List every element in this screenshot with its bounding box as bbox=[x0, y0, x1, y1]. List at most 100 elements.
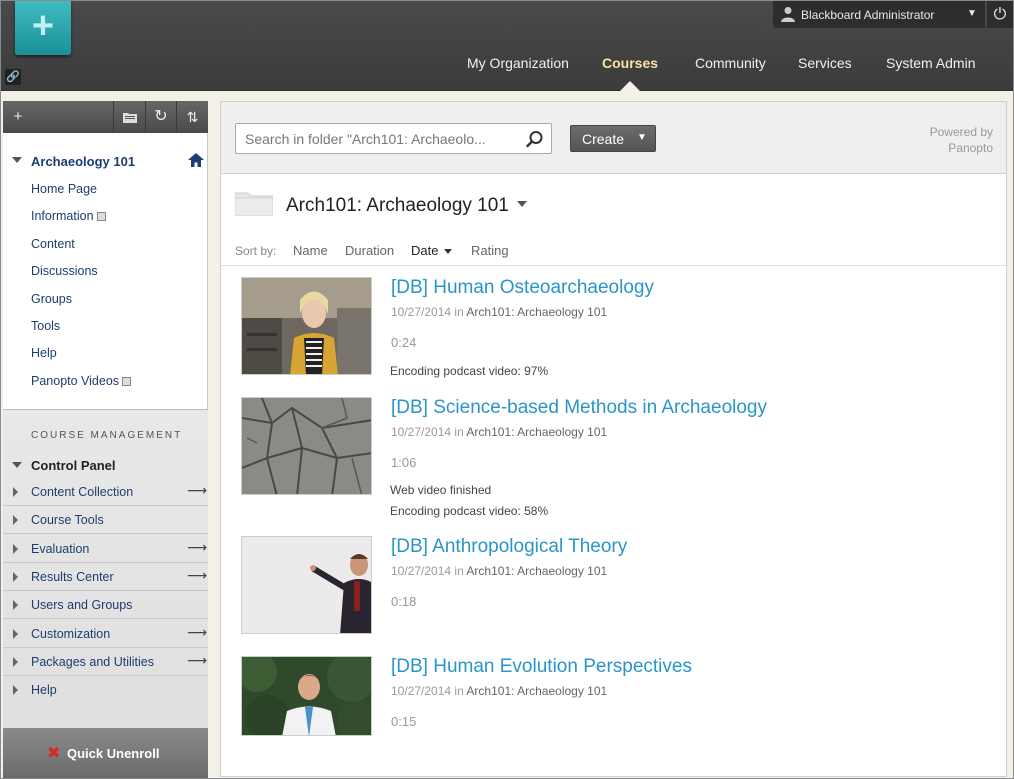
course-title[interactable]: Archaeology 101 bbox=[31, 154, 135, 169]
search-icon[interactable] bbox=[526, 130, 544, 148]
refresh-icon[interactable]: ↻ bbox=[145, 101, 176, 133]
sort-by-label: Sort by: bbox=[235, 244, 277, 258]
quick-unenroll-label: Quick Unenroll bbox=[67, 746, 160, 761]
cp-item-customization[interactable]: Customization ⟶ bbox=[3, 620, 208, 648]
menu-item-tools[interactable]: Tools bbox=[31, 319, 60, 333]
course-management-panel: COURSE MANAGEMENT Control Panel Content … bbox=[3, 409, 208, 778]
menu-item-discussions[interactable]: Discussions bbox=[31, 264, 98, 278]
tab-system-admin[interactable]: System Admin bbox=[886, 55, 975, 71]
reorder-icon[interactable]: ⇅ bbox=[176, 101, 208, 133]
cp-item-users-and-groups[interactable]: Users and Groups bbox=[3, 591, 208, 619]
menu-item-panopto-videos[interactable]: Panopto Videos bbox=[31, 374, 132, 388]
session-duration: 0:18 bbox=[391, 594, 417, 609]
menu-item-help[interactable]: Help bbox=[31, 346, 57, 360]
create-label: Create bbox=[582, 131, 625, 147]
menu-item-label: Panopto Videos bbox=[31, 374, 120, 388]
tab-my-organization[interactable]: My Organization bbox=[467, 55, 569, 71]
folder-view-icon[interactable] bbox=[113, 101, 145, 133]
expand-icon bbox=[13, 487, 18, 497]
tab-services[interactable]: Services bbox=[798, 55, 852, 71]
search-toolbar: Create ▼ Powered by Panopto bbox=[221, 102, 1006, 174]
arrow-right-icon: ⟶ bbox=[187, 482, 208, 498]
session-folder[interactable]: Arch101: Archaeology 101 bbox=[466, 684, 607, 698]
session-duration: 1:06 bbox=[391, 455, 417, 470]
control-panel-title[interactable]: Control Panel bbox=[31, 458, 116, 473]
folder-title: Arch101: Archaeology 101 bbox=[286, 195, 509, 216]
arrow-right-icon: ⟶ bbox=[187, 567, 208, 583]
content-area-icon bbox=[96, 212, 106, 221]
session-in-label: in bbox=[454, 305, 464, 319]
session-date: 10/27/2014 bbox=[391, 305, 452, 319]
chevron-down-icon: ▼ bbox=[967, 8, 977, 19]
quick-unenroll-button[interactable]: ✖ Quick Unenroll bbox=[3, 728, 208, 778]
arrow-right-icon: ⟶ bbox=[187, 539, 208, 555]
arrow-right-icon: ⟶ bbox=[187, 652, 208, 668]
user-menu[interactable]: Blackboard Administrator ▼ bbox=[773, 1, 985, 28]
sort-descending-icon bbox=[444, 249, 452, 254]
session-thumbnail[interactable] bbox=[241, 397, 372, 495]
plus-icon: + bbox=[31, 5, 55, 47]
cp-item-label: Course Tools bbox=[31, 513, 104, 527]
session-meta: 10/27/2014 in Arch101: Archaeology 101 bbox=[391, 564, 607, 578]
cp-item-label: Evaluation bbox=[31, 542, 90, 556]
session-title[interactable]: [DB] Science-based Methods in Archaeolog… bbox=[391, 397, 767, 419]
powered-by-text: Powered by bbox=[929, 125, 993, 139]
session-status: Encoding podcast video: 58% bbox=[390, 504, 549, 518]
cp-item-results-center[interactable]: Results Center ⟶ bbox=[3, 563, 208, 591]
session-meta: 10/27/2014 in Arch101: Archaeology 101 bbox=[391, 305, 607, 319]
session-in-label: in bbox=[454, 564, 464, 578]
sort-name[interactable]: Name bbox=[293, 243, 328, 258]
collapse-course-icon[interactable] bbox=[12, 157, 22, 163]
thumbnail-image bbox=[242, 398, 371, 494]
session-thumbnail[interactable] bbox=[241, 536, 372, 634]
session-folder[interactable]: Arch101: Archaeology 101 bbox=[466, 425, 607, 439]
powered-by-brand: Panopto bbox=[948, 141, 993, 155]
menu-item-home-page[interactable]: Home Page bbox=[31, 182, 97, 196]
sort-duration[interactable]: Duration bbox=[345, 243, 394, 258]
create-button[interactable]: Create ▼ bbox=[570, 125, 656, 152]
sort-date[interactable]: Date bbox=[411, 243, 438, 258]
cp-item-label: Customization bbox=[31, 627, 111, 641]
external-link-icon bbox=[122, 377, 132, 386]
cp-item-evaluation[interactable]: Evaluation ⟶ bbox=[3, 535, 208, 563]
add-menu-item-button[interactable]: + bbox=[3, 101, 33, 133]
session-folder[interactable]: Arch101: Archaeology 101 bbox=[466, 564, 607, 578]
cp-item-content-collection[interactable]: Content Collection ⟶ bbox=[3, 478, 208, 506]
cp-item-course-tools[interactable]: Course Tools bbox=[3, 506, 208, 534]
page: + 🔗 Blackboard Administrator ▼ ⏻ My Orga… bbox=[0, 0, 1014, 779]
session-title[interactable]: [DB] Human Osteoarchaeology bbox=[391, 277, 654, 299]
tab-courses[interactable]: Courses bbox=[602, 55, 658, 71]
menu-item-label: Information bbox=[31, 209, 94, 223]
session-folder[interactable]: Arch101: Archaeology 101 bbox=[466, 305, 607, 319]
session-duration: 0:24 bbox=[391, 335, 417, 350]
tab-community[interactable]: Community bbox=[695, 55, 766, 71]
session-date: 10/27/2014 bbox=[391, 684, 452, 698]
panopto-panel: Create ▼ Powered by Panopto Arch101: Arc… bbox=[220, 101, 1007, 777]
main-tabs: My Organization Courses Community Servic… bbox=[1, 55, 1013, 91]
powered-by-panopto: Powered by Panopto bbox=[911, 124, 993, 156]
session-meta: 10/27/2014 in Arch101: Archaeology 101 bbox=[391, 425, 607, 439]
thumbnail-image bbox=[242, 657, 371, 735]
sort-rating[interactable]: Rating bbox=[471, 243, 509, 258]
cp-item-packages-and-utilities[interactable]: Packages and Utilities ⟶ bbox=[3, 648, 208, 676]
menu-item-groups[interactable]: Groups bbox=[31, 292, 72, 306]
session-thumbnail[interactable] bbox=[241, 656, 372, 736]
course-menu-toolbar: + ↻ ⇅ bbox=[3, 101, 208, 133]
collapse-control-panel-icon[interactable] bbox=[12, 462, 22, 468]
expand-icon bbox=[13, 685, 18, 695]
session-thumbnail[interactable] bbox=[241, 277, 372, 375]
session-meta: 10/27/2014 in Arch101: Archaeology 101 bbox=[391, 684, 607, 698]
search-input[interactable] bbox=[245, 130, 515, 148]
menu-item-information[interactable]: Information bbox=[31, 209, 106, 223]
session-title[interactable]: [DB] Human Evolution Perspectives bbox=[391, 656, 692, 678]
blackboard-logo-tab[interactable]: + bbox=[15, 1, 71, 55]
expand-icon bbox=[13, 629, 18, 639]
folder-dropdown-icon[interactable] bbox=[517, 201, 527, 207]
cp-item-help[interactable]: Help bbox=[3, 676, 208, 704]
session-title[interactable]: [DB] Anthropological Theory bbox=[391, 536, 627, 558]
expand-icon bbox=[13, 657, 18, 667]
power-icon[interactable]: ⏻ bbox=[987, 1, 1013, 28]
menu-item-content[interactable]: Content bbox=[31, 237, 75, 251]
course-menu: + ↻ ⇅ Archaeology 101 Home Page Informat… bbox=[3, 101, 208, 778]
home-icon[interactable] bbox=[188, 153, 204, 167]
